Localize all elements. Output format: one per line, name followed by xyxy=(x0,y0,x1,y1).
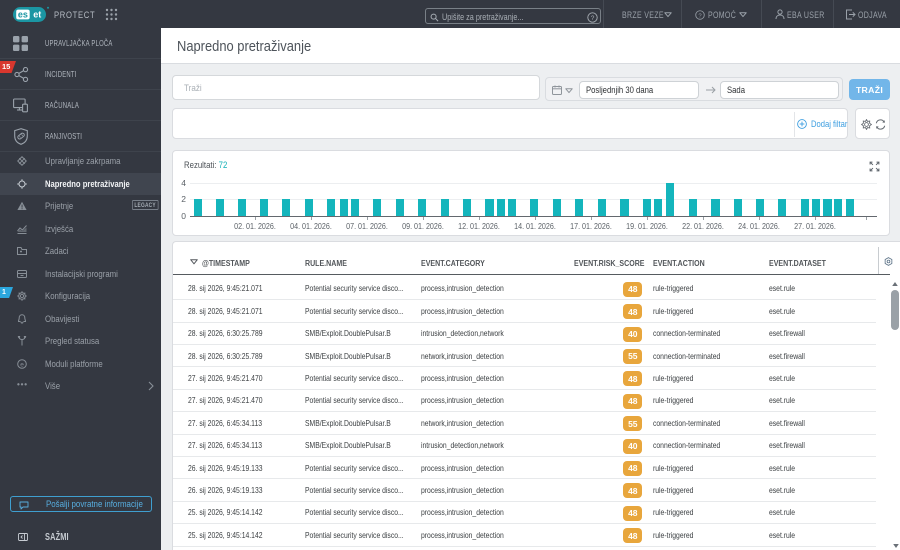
svg-text:?: ? xyxy=(698,13,702,19)
svg-text:et: et xyxy=(33,10,41,20)
svg-text:?: ? xyxy=(591,15,595,22)
svg-text:e: e xyxy=(20,361,24,368)
svg-text:es: es xyxy=(18,10,28,20)
